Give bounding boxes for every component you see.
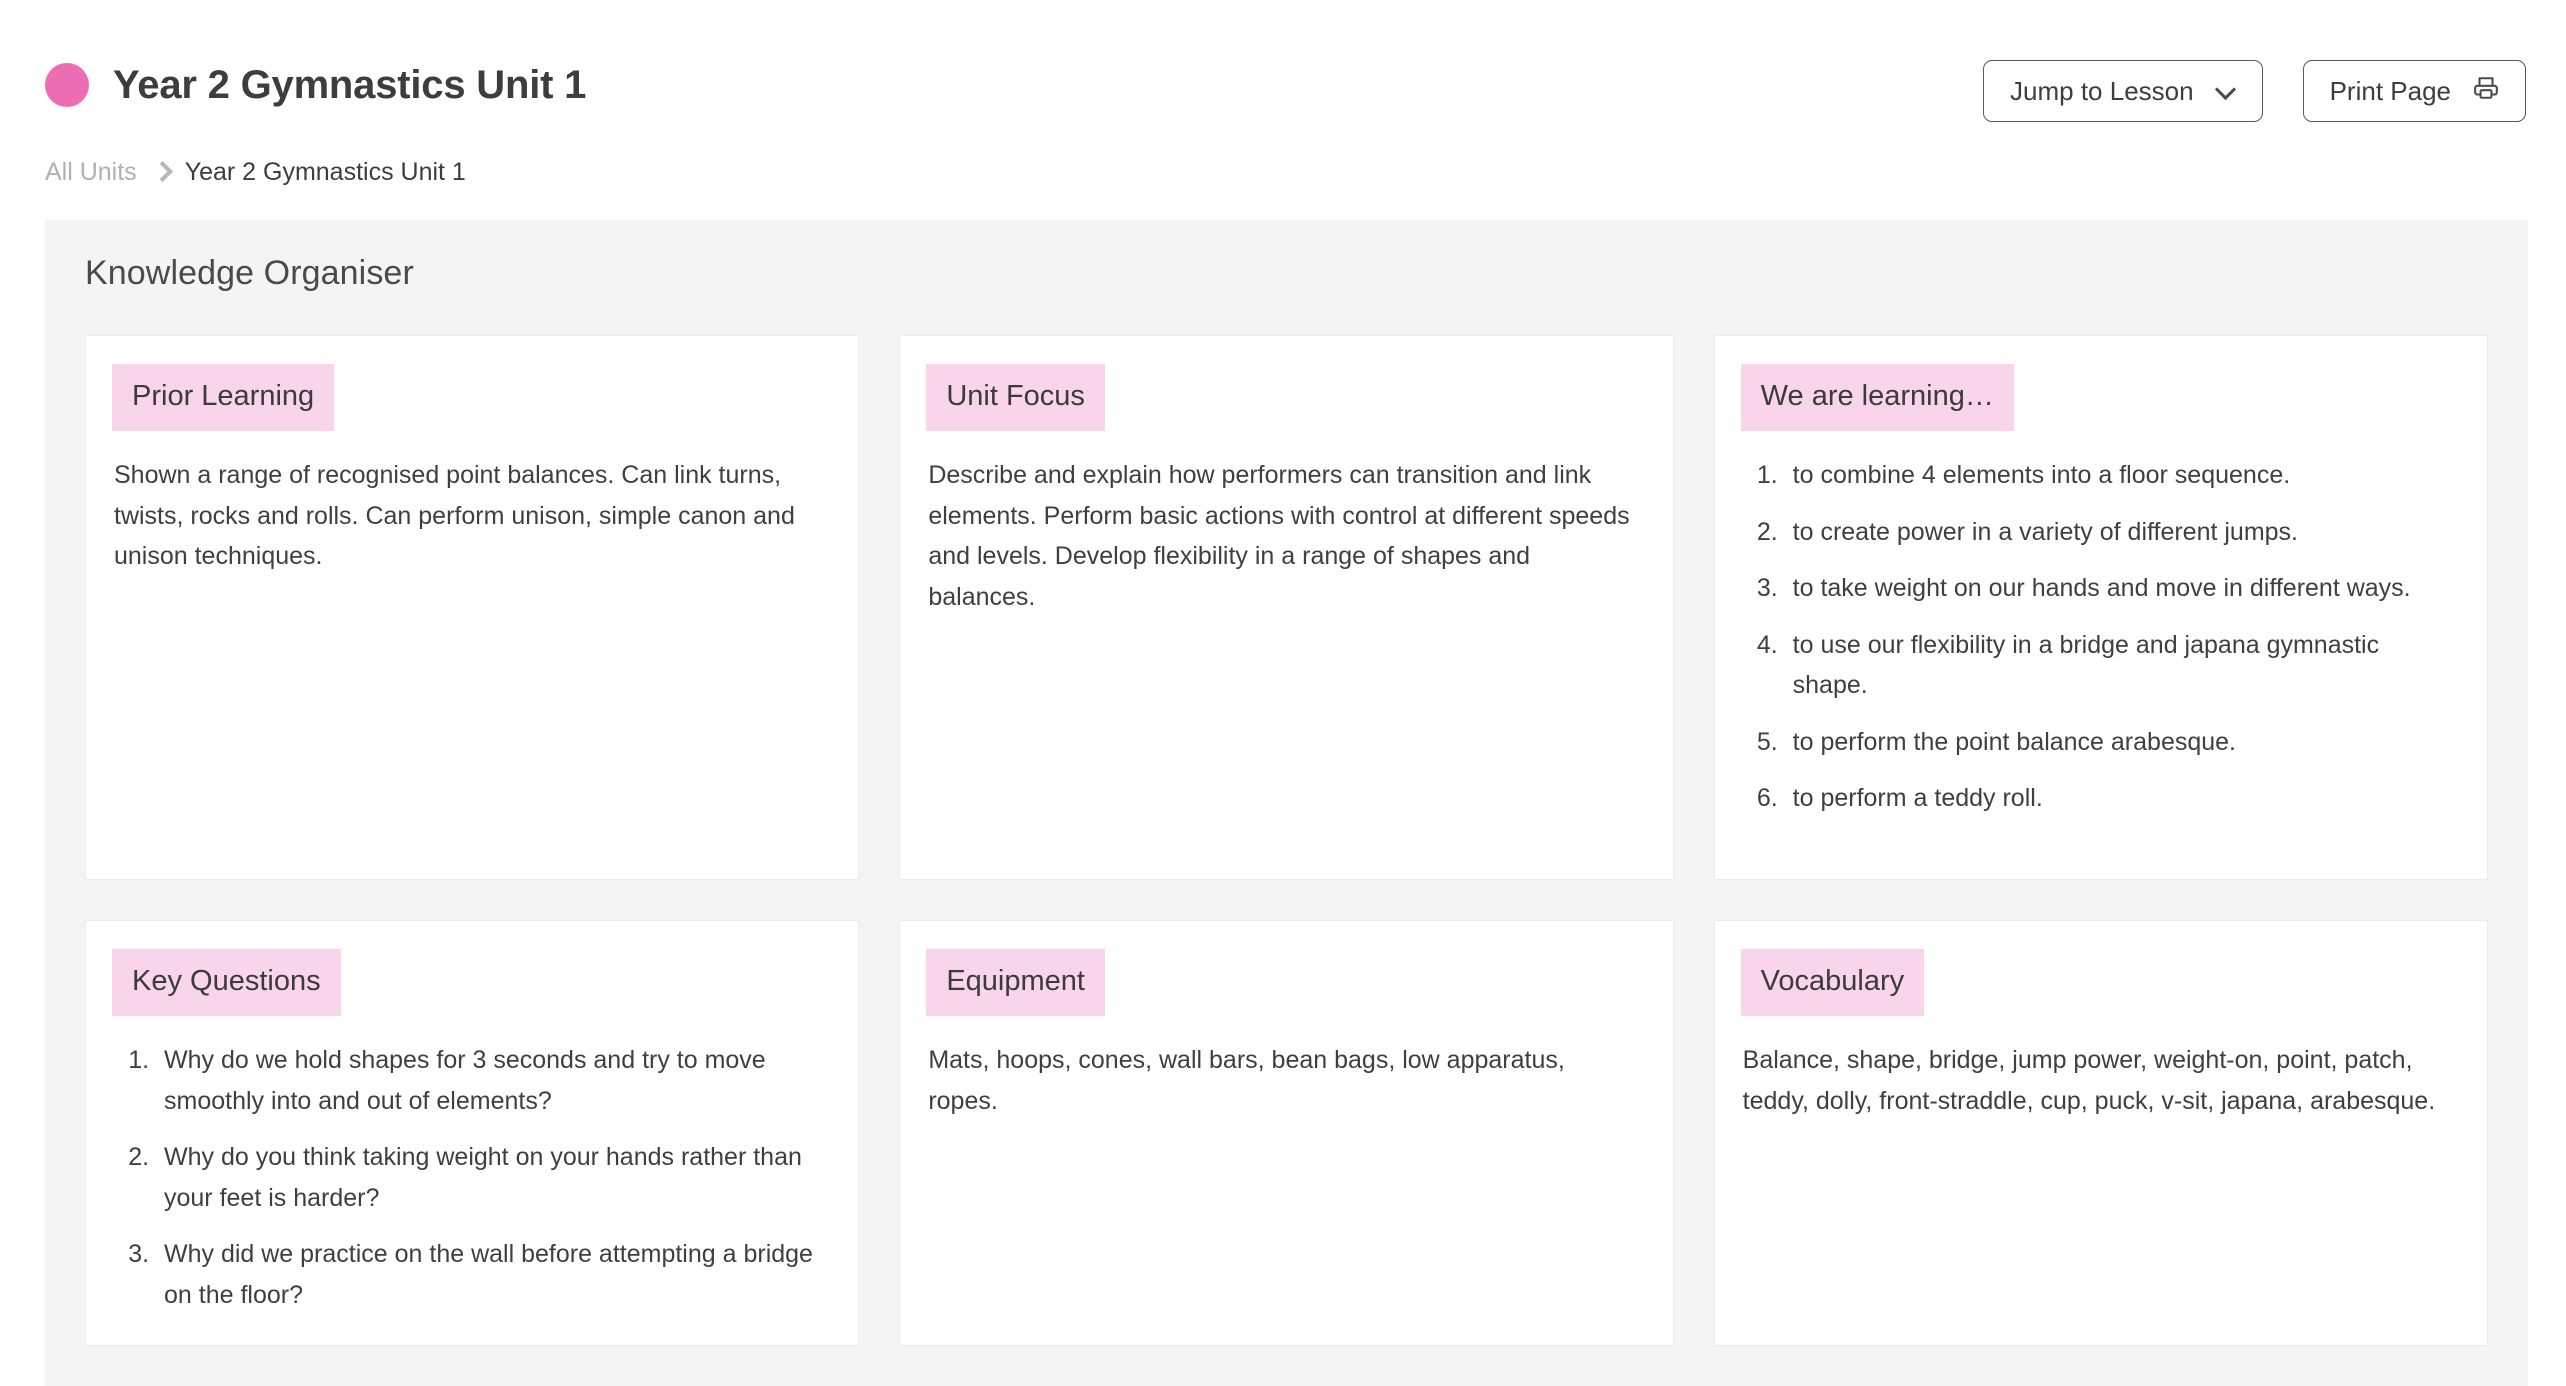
card-body-text: Describe and explain how performers can … (928, 461, 1630, 611)
card-body-list: to combine 4 elements into a floor seque… (1741, 455, 2461, 819)
page-title: Year 2 Gymnastics Unit 1 (113, 62, 587, 107)
list-item: Why did we practice on the wall before a… (156, 1234, 832, 1315)
knowledge-organiser-heading: Knowledge Organiser (85, 254, 414, 292)
print-page-button[interactable]: Print Page (2302, 60, 2526, 122)
card-body-text: Shown a range of recognised point balanc… (114, 461, 795, 570)
list-item: Why do we hold shapes for 3 seconds and … (156, 1040, 832, 1121)
card-title-badge: Prior Learning (112, 364, 335, 431)
card-unit-focus: Unit Focus Describe and explain how perf… (899, 335, 1674, 880)
card-body-text: Mats, hoops, cones, wall bars, bean bags… (928, 1046, 1565, 1115)
print-page-label: Print Page (2329, 75, 2451, 106)
page-header: Year 2 Gymnastics Unit 1 All Units Year … (0, 0, 2566, 220)
card-title-badge: Unit Focus (926, 364, 1105, 431)
unit-color-dot-icon (45, 62, 89, 107)
card-prior-learning: Prior Learning Shown a range of recognis… (85, 335, 860, 880)
printer-icon (2473, 75, 2499, 108)
list-item: to perform a teddy roll. (1785, 778, 2461, 819)
card-title-badge: We are learning… (1740, 364, 2014, 431)
breadcrumb-all-units-link[interactable]: All Units (45, 159, 137, 185)
list-item: to combine 4 elements into a floor seque… (1785, 455, 2461, 496)
card-we-are-learning: We are learning… to combine 4 elements i… (1713, 335, 2488, 880)
breadcrumb: All Units Year 2 Gymnastics Unit 1 (45, 157, 2526, 186)
knowledge-organiser-panel: Knowledge Organiser Prior Learning Shown… (45, 220, 2528, 1386)
list-item: to take weight on our hands and move in … (1785, 568, 2461, 609)
jump-to-lesson-button[interactable]: Jump to Lesson (1983, 60, 2263, 122)
chevron-down-icon (2216, 81, 2236, 101)
chevron-right-icon (153, 160, 169, 184)
list-item: to create power in a variety of differen… (1785, 512, 2461, 553)
list-item: Why do you think taking weight on your h… (156, 1137, 832, 1218)
list-item: to use our flexibility in a bridge and j… (1785, 625, 2461, 706)
card-body-list: Why do we hold shapes for 3 seconds and … (112, 1040, 832, 1315)
card-title-badge: Key Questions (112, 949, 341, 1016)
card-grid-row-2: Key Questions Why do we hold shapes for … (85, 920, 2488, 1346)
card-body-text: Balance, shape, bridge, jump power, weig… (1742, 1046, 2436, 1115)
card-key-questions: Key Questions Why do we hold shapes for … (85, 920, 860, 1346)
breadcrumb-current: Year 2 Gymnastics Unit 1 (184, 157, 466, 186)
card-vocabulary: Vocabulary Balance, shape, bridge, jump … (1713, 920, 2488, 1346)
jump-to-lesson-label: Jump to Lesson (2010, 75, 2194, 106)
list-item: to perform the point balance arabesque. (1785, 722, 2461, 763)
card-title-badge: Vocabulary (1740, 949, 1925, 1016)
card-grid-row-1: Prior Learning Shown a range of recognis… (85, 335, 2488, 880)
header-actions: Jump to Lesson Print Page (1983, 60, 2526, 122)
card-title-badge: Equipment (926, 949, 1105, 1016)
card-equipment: Equipment Mats, hoops, cones, wall bars,… (899, 920, 1674, 1346)
